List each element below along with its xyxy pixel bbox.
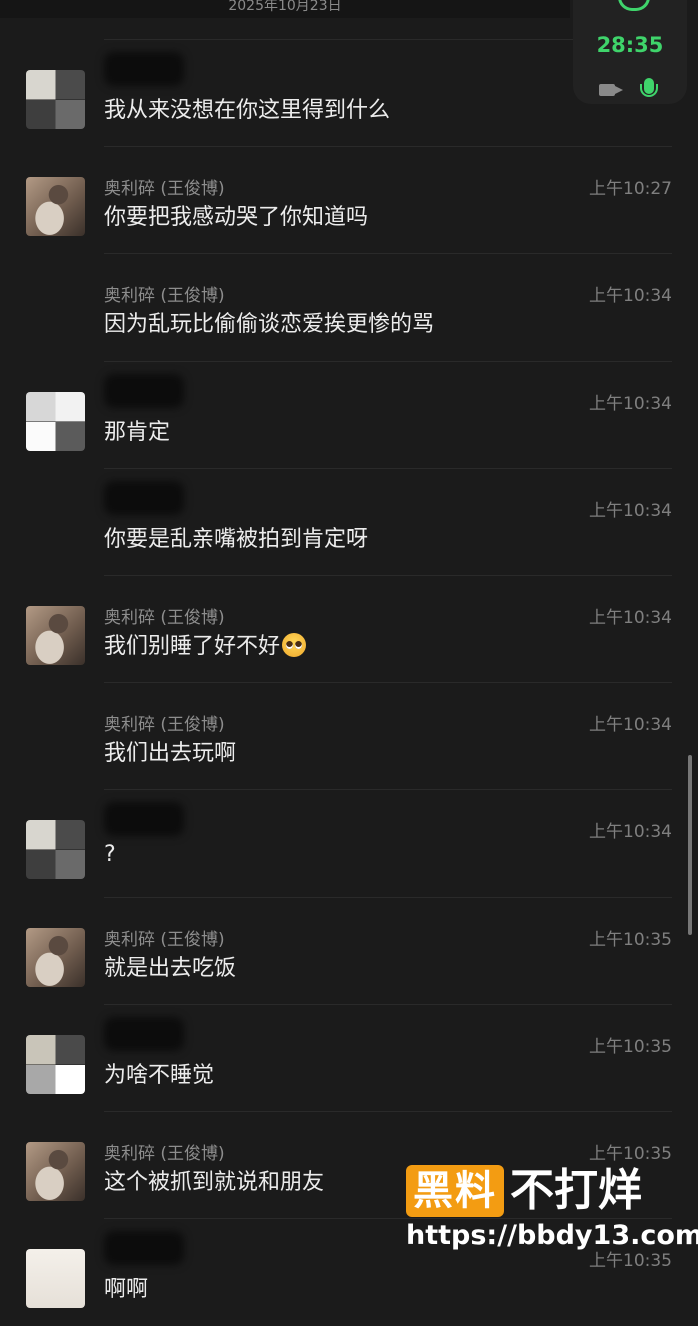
chat-message[interactable]: 上午10:34?: [0, 790, 698, 897]
message-text[interactable]: 就是出去吃饭: [104, 950, 236, 982]
avatar[interactable]: [26, 928, 85, 987]
message-text[interactable]: 那肯定: [104, 414, 170, 446]
avatar[interactable]: [26, 392, 85, 451]
message-text-content: ?: [104, 842, 116, 867]
watermark-badge: 黑料: [406, 1165, 504, 1217]
chat-message[interactable]: 奥利碎 (王俊博) 上午10:27 你要把我感动哭了你知道吗: [0, 147, 698, 254]
avatar[interactable]: [26, 1142, 85, 1201]
message-text-content: 我们出去玩啊: [104, 741, 237, 766]
sender-name[interactable]: 奥利碎 (王俊博): [104, 710, 225, 735]
message-time: 上午10:27: [589, 179, 672, 199]
message-text-content: 我们别睡了好不好: [104, 634, 281, 659]
message-text[interactable]: 你要是乱亲嘴被拍到肯定呀: [104, 521, 368, 553]
watermark: 黑料 不打烊 https://bbdy13.com: [406, 1165, 698, 1275]
message-text-content: 就是出去吃饭: [104, 956, 237, 981]
redacted-name: [104, 52, 184, 86]
avatar[interactable]: [26, 1035, 85, 1094]
chat-message[interactable]: 奥利碎 (王俊博) 上午10:34 我们别睡了好不好: [0, 576, 698, 683]
message-time: 上午10:34: [589, 501, 672, 521]
message-text[interactable]: 为啥不睡觉: [104, 1057, 214, 1089]
pleading-face-emoji-icon: [282, 633, 307, 657]
message-text-content: 你要把我感动哭了你知道吗: [104, 205, 369, 230]
scrollbar[interactable]: [688, 755, 692, 935]
message-time: 上午10:34: [589, 286, 672, 306]
message-text-content: 那肯定: [104, 420, 171, 445]
microphone-icon[interactable]: [640, 78, 658, 97]
message-time: 上午10:34: [589, 715, 672, 735]
message-text-content: 为啥不睡觉: [104, 1063, 215, 1088]
avatar[interactable]: [26, 820, 85, 879]
chat-message[interactable]: 上午10:34 那肯定: [0, 362, 698, 469]
message-time: 上午10:35: [589, 1144, 672, 1164]
message-text[interactable]: 因为乱玩比偷偷谈恋爱挨更惨的骂: [104, 306, 434, 338]
message-time: 上午10:35: [589, 930, 672, 950]
redacted-name: [104, 802, 184, 836]
chat-message[interactable]: 奥利碎 (王俊博) 上午10:34 我们出去玩啊: [0, 683, 698, 790]
message-text[interactable]: 我们别睡了好不好: [104, 628, 307, 660]
message-text[interactable]: 这个被抓到就说和朋友: [104, 1164, 324, 1196]
message-text[interactable]: 啊啊: [104, 1271, 148, 1303]
message-text-content: 啊啊: [104, 1277, 149, 1302]
message-text[interactable]: 你要把我感动哭了你知道吗: [104, 199, 368, 231]
message-text[interactable]: ?: [104, 842, 116, 867]
avatar[interactable]: [26, 70, 85, 129]
redacted-name: [104, 1231, 184, 1265]
avatar[interactable]: [26, 606, 85, 665]
redacted-name: [104, 374, 184, 408]
message-time: 上午10:35: [589, 1037, 672, 1057]
sender-name[interactable]: 奥利碎 (王俊博): [104, 1139, 225, 1164]
message-text[interactable]: 我从来没想在你这里得到什么: [104, 92, 390, 124]
message-time: 上午10:34: [589, 822, 672, 842]
redacted-name: [104, 481, 184, 515]
message-time: 上午10:34: [589, 394, 672, 414]
sender-name[interactable]: 奥利碎 (王俊博): [104, 603, 225, 628]
chat-message[interactable]: 奥利碎 (王俊博) 上午10:34 因为乱玩比偷偷谈恋爱挨更惨的骂: [0, 254, 698, 361]
sender-name[interactable]: 奥利碎 (王俊博): [104, 281, 225, 306]
avatar[interactable]: [26, 1249, 85, 1308]
sender-name[interactable]: 奥利碎 (王俊博): [104, 925, 225, 950]
call-widget[interactable]: 28:35: [573, 0, 687, 104]
watermark-title: 不打烊: [510, 1165, 642, 1216]
sender-name[interactable]: 奥利碎 (王俊博): [104, 174, 225, 199]
date-header: 2025年10月23日: [0, 0, 570, 18]
avatar[interactable]: [26, 177, 85, 236]
redacted-name: [104, 1017, 184, 1051]
message-text-content: 你要是乱亲嘴被拍到肯定呀: [104, 527, 369, 552]
message-time: 上午10:34: [589, 608, 672, 628]
chat-message[interactable]: 上午10:34 你要是乱亲嘴被拍到肯定呀: [0, 469, 698, 576]
call-duration: 28:35: [596, 33, 664, 57]
message-text-content: 因为乱玩比偷偷谈恋爱挨更惨的骂: [104, 312, 435, 337]
message-text[interactable]: 我们出去玩啊: [104, 735, 236, 767]
chat-message[interactable]: 奥利碎 (王俊博) 上午10:35 就是出去吃饭: [0, 898, 698, 1005]
message-text-content: 我从来没想在你这里得到什么: [104, 98, 391, 123]
watermark-url: https://bbdy13.com: [406, 1220, 698, 1251]
video-camera-icon[interactable]: [599, 84, 623, 96]
phone-icon[interactable]: [618, 0, 650, 11]
message-text-content: 这个被抓到就说和朋友: [104, 1170, 325, 1195]
chat-message[interactable]: 上午10:35 为啥不睡觉: [0, 1005, 698, 1112]
